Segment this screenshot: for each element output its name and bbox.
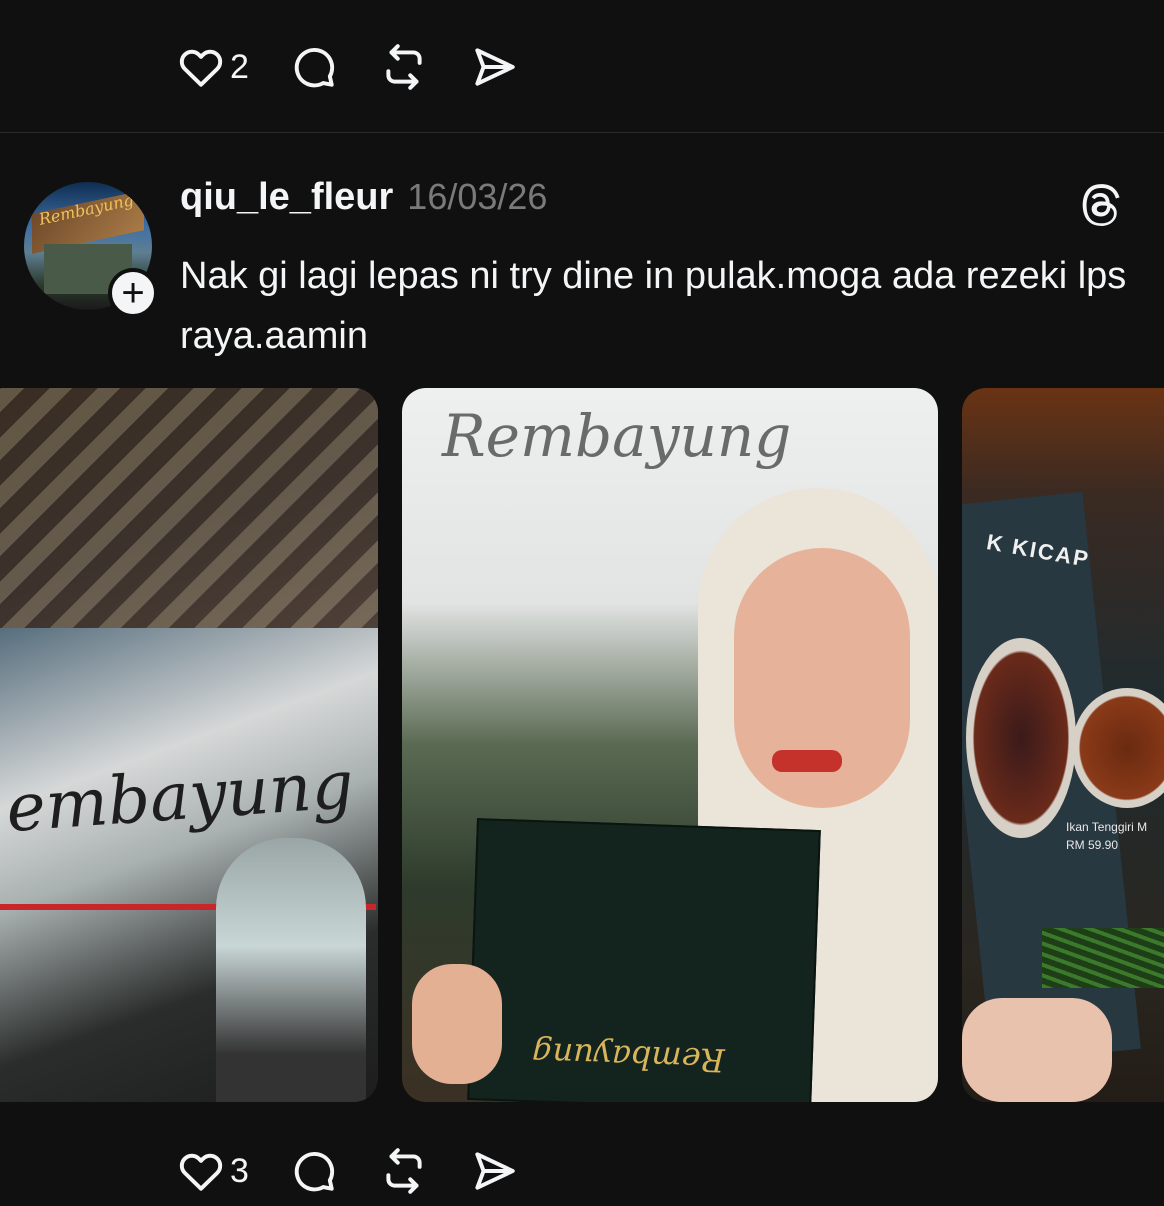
previous-post-action-bar: 2	[176, 32, 559, 102]
repost-icon	[386, 1148, 422, 1194]
repost-button[interactable]	[379, 1146, 429, 1196]
heart-icon	[179, 1153, 223, 1191]
comment-bubble-icon	[294, 47, 335, 88]
selfie-person-shape	[216, 838, 366, 1102]
greens-shape	[1042, 928, 1164, 988]
dish-caption: Ikan Tenggiri M	[1066, 820, 1148, 834]
username[interactable]: qiu_le_fleur	[180, 176, 393, 219]
like-button[interactable]: 3	[176, 1146, 249, 1196]
post-action-bar: 3	[176, 1136, 559, 1206]
post-divider	[0, 132, 1164, 133]
dish-plate-shape	[966, 638, 1076, 838]
avatar-container[interactable]: Rembayung +	[24, 182, 158, 318]
threads-button[interactable]	[1076, 180, 1126, 230]
photo-carousel[interactable]: embayung Rembayung Rembayung K KICAP Ika…	[0, 388, 1164, 1102]
repost-icon	[386, 44, 422, 90]
like-count: 3	[230, 1151, 249, 1190]
threads-icon	[1082, 184, 1120, 227]
follow-button[interactable]: +	[108, 268, 158, 318]
plus-icon: +	[121, 271, 145, 315]
send-icon	[475, 1152, 515, 1190]
comment-bubble-icon	[294, 1151, 335, 1192]
menu-logo-text: Rembayung	[531, 1034, 726, 1080]
hand-shape	[962, 998, 1112, 1102]
share-button[interactable]	[469, 42, 519, 92]
reply-button[interactable]	[289, 1146, 339, 1196]
like-button[interactable]: 2	[176, 42, 249, 92]
hand-shape	[412, 964, 502, 1084]
lips-shape	[772, 750, 842, 772]
share-button[interactable]	[469, 1146, 519, 1196]
post-header: qiu_le_fleur 16/03/26	[180, 176, 547, 230]
timber-roof-shape	[0, 388, 378, 628]
reply-button[interactable]	[289, 42, 339, 92]
restaurant-exterior-selfie-photo[interactable]: embayung	[0, 388, 378, 1102]
restaurant-sign-text: Rembayung	[442, 402, 792, 470]
woman-holding-menu-photo[interactable]: Rembayung Rembayung	[402, 388, 938, 1102]
heart-icon	[179, 49, 223, 87]
post-timestamp: 16/03/26	[407, 176, 548, 217]
post-body-text: Nak gi lagi lepas ni try dine in pulak.m…	[180, 255, 1127, 357]
menu-page-photo[interactable]: K KICAP Ikan Tenggiri M RM 59.90	[962, 388, 1164, 1102]
send-icon	[475, 48, 515, 86]
repost-button[interactable]	[379, 42, 429, 92]
dish-price: RM 59.90	[1066, 838, 1119, 852]
like-count: 2	[230, 47, 249, 86]
restaurant-sign-text: embayung	[3, 745, 357, 848]
